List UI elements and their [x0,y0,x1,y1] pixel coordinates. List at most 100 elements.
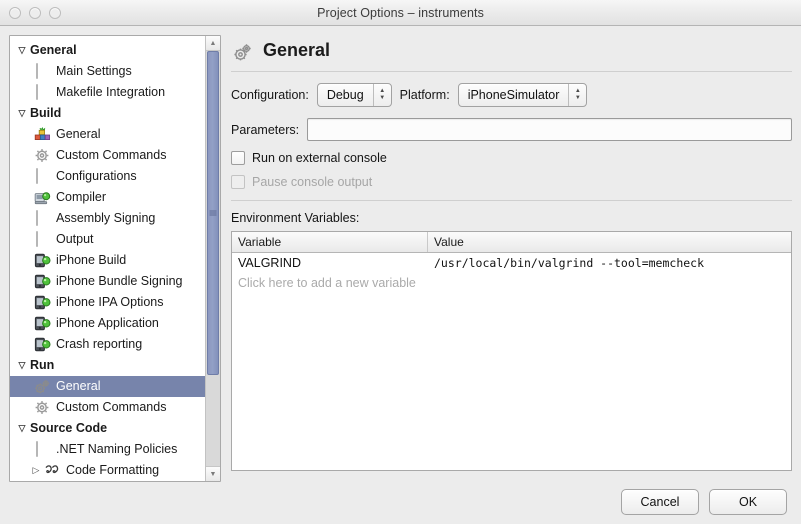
tree-item-makefile-integration[interactable]: Makefile Integration [10,82,205,103]
platform-select[interactable]: iPhoneSimulator ▲ ▼ [457,83,588,107]
page-icon [34,231,51,247]
close-button-icon[interactable] [9,6,21,19]
tree-item-label: .NET Naming Policies [56,442,178,457]
tree-item-compiler[interactable]: Compiler [10,187,205,208]
minimize-button-icon[interactable] [29,6,41,19]
compiler-icon [34,190,51,205]
gears-icon [233,43,251,60]
parameters-input[interactable] [307,118,792,141]
tree-item-label: General [56,127,101,142]
tree-item-label: Run [30,358,55,373]
page-icon [34,210,51,226]
scroll-down-arrow-icon[interactable]: ▼ [206,466,220,481]
tree-item-general[interactable]: ▽ General [10,40,205,61]
run-external-console-checkbox[interactable] [231,151,245,165]
add-variable-placeholder: Click here to add a new variable [238,276,416,290]
tree-item-label: Crash reporting [56,337,143,352]
platform-value: iPhoneSimulator [467,88,560,102]
table-row[interactable]: VALGRIND/usr/local/bin/valgrind --tool=m… [232,253,791,273]
tree-item-label: iPhone Bundle Signing [56,274,183,289]
tree-item-label: Custom Commands [56,400,167,415]
scrollbar-grip-icon [209,210,217,216]
environment-variables-table[interactable]: Variable Value VALGRIND/usr/local/bin/va… [231,231,792,471]
tree-item-output[interactable]: Output [10,229,205,250]
tree-item-crash-reporting[interactable]: Crash reporting [10,334,205,355]
tree-item-build[interactable]: ▽ Build [10,103,205,124]
tree-item-label: General [30,43,77,58]
tree-item-label: Makefile Integration [56,85,166,100]
tree-item-custom-commands[interactable]: Custom Commands [10,145,205,166]
tree-item-run[interactable]: ▽ Run [10,355,205,376]
parameters-row: Parameters: [231,118,792,141]
parameters-label: Parameters: [231,122,300,137]
tree-item-general[interactable]: General [10,124,205,145]
scroll-up-arrow-icon[interactable]: ▲ [206,36,220,51]
chevron-down-icon[interactable]: ▽ [14,45,30,56]
general-settings-panel: General Configuration: Debug ▲ ▼ Platform… [230,35,792,480]
cell-variable[interactable]: VALGRIND [232,253,428,273]
add-variable-row[interactable]: Click here to add a new variable [232,273,791,293]
gears-icon [34,379,51,394]
dialog-footer: Cancel OK [0,480,801,524]
tree-item-label: Build [30,106,62,121]
tree-item-source-code[interactable]: ▽ Source Code [10,418,205,439]
tree-item-iphone-build[interactable]: iPhone Build [10,250,205,271]
tree-item-general[interactable]: General [10,376,205,397]
section-divider [231,200,792,201]
tree-item-label: General [56,379,101,394]
configuration-label: Configuration: [231,88,309,102]
chevron-down-icon[interactable]: ▽ [14,108,30,119]
column-header-value[interactable]: Value [428,232,791,252]
tree-item-configurations[interactable]: Configurations [10,166,205,187]
pause-console-output-row: Pause console output [231,175,792,189]
configuration-row: Configuration: Debug ▲ ▼ Platform: iPhone… [231,83,792,107]
run-external-console-label: Run on external console [252,151,387,165]
chevron-right-icon[interactable]: ▷ [28,465,44,476]
tree-item-main-settings[interactable]: Main Settings [10,61,205,82]
page-icon [34,63,51,79]
page-icon [34,441,51,457]
iphone-icon [34,337,51,352]
zoom-button-icon[interactable] [49,6,61,19]
blocks-icon [34,127,51,142]
options-tree[interactable]: ▽ General Main Settings Makefile Integratio… [10,36,205,481]
chevron-down-icon[interactable]: ▽ [14,423,30,434]
tree-item-label: Compiler [56,190,107,205]
table-body[interactable]: VALGRIND/usr/local/bin/valgrind --tool=m… [232,253,791,470]
stepper-arrows-icon: ▲ ▼ [379,88,386,101]
tree-item-net-naming-policies[interactable]: .NET Naming Policies [10,439,205,460]
table-header: Variable Value [232,232,791,253]
configuration-value: Debug [326,88,364,102]
ok-button[interactable]: OK [709,489,787,515]
tree-item-iphone-ipa-options[interactable]: iPhone IPA Options [10,292,205,313]
tree-item-code-formatting[interactable]: ▷ Code Formatting [10,460,205,481]
column-header-variable[interactable]: Variable [232,232,428,252]
iphone-icon [34,253,51,268]
configuration-select[interactable]: Debug ▲ ▼ [316,83,392,107]
iphone-icon [34,295,51,310]
cancel-button[interactable]: Cancel [621,489,699,515]
tree-item-assembly-signing[interactable]: Assembly Signing [10,208,205,229]
tree-item-label: iPhone Build [56,253,127,268]
scrollbar-thumb[interactable] [207,51,219,375]
code-formatting-icon [44,463,61,478]
run-external-console-row[interactable]: Run on external console [231,151,792,165]
tree-item-iphone-application[interactable]: iPhone Application [10,313,205,334]
tree-item-iphone-bundle-signing[interactable]: iPhone Bundle Signing [10,271,205,292]
tree-item-custom-commands[interactable]: Custom Commands [10,397,205,418]
cell-value[interactable]: /usr/local/bin/valgrind --tool=memcheck [428,253,791,273]
window-title: Project Options – instruments [317,5,484,20]
pause-console-output-checkbox [231,175,245,189]
tree-item-label: Assembly Signing [56,211,156,226]
tree-scrollbar[interactable]: ▲ ▼ [205,36,220,481]
platform-label: Platform: [399,88,450,102]
page-icon [34,84,51,100]
tree-item-label: Source Code [30,421,108,436]
scrollbar-track[interactable] [206,51,220,466]
tree-item-label: Code Formatting [66,463,160,478]
window-controls [9,6,61,19]
chevron-down-icon[interactable]: ▽ [14,360,30,371]
tree-item-label: iPhone IPA Options [56,295,164,310]
project-options-window: Project Options – instruments ▽ General Ma… [0,0,801,524]
pause-console-output-label: Pause console output [252,175,373,189]
